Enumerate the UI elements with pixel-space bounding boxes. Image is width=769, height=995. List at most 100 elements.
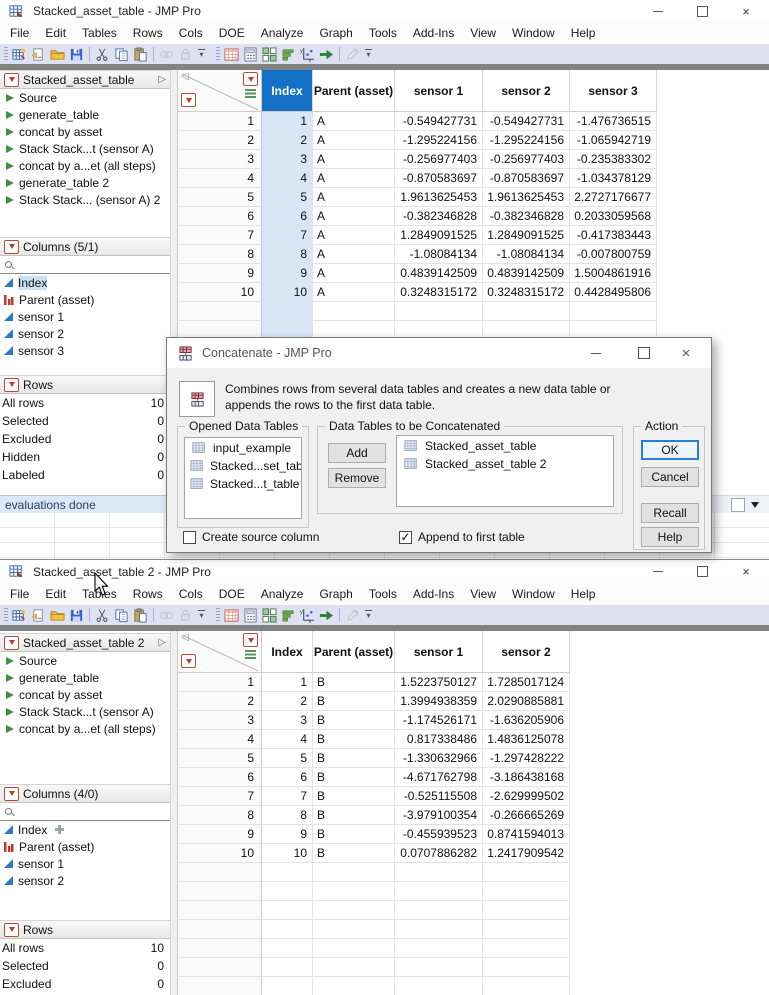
cell-sensor-2[interactable]: -0.549427731 <box>483 112 570 131</box>
status-checkbox[interactable] <box>731 497 745 512</box>
menu-item-window[interactable]: Window <box>504 23 563 43</box>
cell-sensor-2[interactable]: 1.2849091525 <box>483 226 570 245</box>
menu-item-file[interactable]: File <box>2 584 37 604</box>
list-item-stacked-asset-table[interactable]: Stacked_asset_table <box>397 436 613 454</box>
cell-parent-asset[interactable]: B <box>313 825 395 844</box>
cell-index[interactable]: 4 <box>262 169 313 188</box>
row-number[interactable] <box>178 958 262 977</box>
cut-icon[interactable] <box>94 46 111 63</box>
columns-menu-icon[interactable] <box>243 633 258 647</box>
rows-menu-icon[interactable] <box>181 93 196 107</box>
cell-sensor-3[interactable]: -0.417383443 <box>570 226 657 245</box>
cell-parent-asset[interactable]: B <box>313 806 395 825</box>
red-triangle-menu-icon[interactable] <box>4 786 19 801</box>
table-color-icon[interactable] <box>223 607 240 624</box>
table-color-icon[interactable] <box>223 46 240 63</box>
cell-parent-asset[interactable] <box>313 863 395 882</box>
maximize-button[interactable] <box>687 560 717 582</box>
cell-sensor-3[interactable]: 0.4428495806 <box>570 283 657 302</box>
columns-panel-header[interactable]: Columns (4/0) <box>0 784 170 803</box>
cell-sensor-2[interactable]: -1.295224156 <box>483 131 570 150</box>
cell-sensor-2[interactable]: -1.297428222 <box>483 749 570 768</box>
cell-sensor-1[interactable]: -1.08084134 <box>395 245 483 264</box>
pencil-icon[interactable] <box>344 607 361 624</box>
row-number[interactable]: 1 <box>178 112 262 131</box>
cell-index[interactable]: 5 <box>262 188 313 207</box>
row-number[interactable]: 2 <box>178 692 262 711</box>
paste-icon[interactable] <box>132 46 149 63</box>
row-number[interactable] <box>178 977 262 995</box>
list-item-stacked-t-table-2[interactable]: Stacked...t_table 2 <box>185 474 301 492</box>
cell-sensor-1[interactable]: -4.671762798 <box>395 768 483 787</box>
cell-sensor-2[interactable]: 2.0290885881 <box>483 692 570 711</box>
column-order-icon[interactable] <box>245 89 256 98</box>
rows-panel-header[interactable]: Rows <box>0 920 170 939</box>
cell-sensor-1[interactable]: -1.330632966 <box>395 749 483 768</box>
column-header-index[interactable]: Index <box>262 631 313 673</box>
cell-index[interactable]: 10 <box>262 844 313 863</box>
script-item-stack-stack-t-sensor-a[interactable]: Stack Stack...t (sensor A) <box>0 703 170 720</box>
cell-sensor-2[interactable] <box>483 901 570 920</box>
menu-item-window[interactable]: Window <box>504 584 563 604</box>
cell-sensor-1[interactable]: -1.295224156 <box>395 131 483 150</box>
cell-parent-asset[interactable]: B <box>313 730 395 749</box>
menu-item-add-ins[interactable]: Add-Ins <box>405 23 462 43</box>
row-number[interactable] <box>178 882 262 901</box>
close-button[interactable]: × <box>731 0 761 22</box>
link-icon[interactable] <box>158 46 175 63</box>
menu-item-tables[interactable]: Tables <box>74 23 125 43</box>
list-item-stacked-asset-table-2[interactable]: Stacked_asset_table 2 <box>397 454 613 472</box>
menu-item-help[interactable]: Help <box>563 23 604 43</box>
menu-item-view[interactable]: View <box>462 584 504 604</box>
cell-sensor-1[interactable]: -0.525115508 <box>395 787 483 806</box>
cell-index[interactable] <box>262 302 313 321</box>
menu-item-rows[interactable]: Rows <box>125 23 171 43</box>
cell-sensor-2[interactable] <box>483 920 570 939</box>
cell-index[interactable]: 8 <box>262 245 313 264</box>
menu-item-edit[interactable]: Edit <box>37 584 74 604</box>
cell-index[interactable]: 5 <box>262 749 313 768</box>
cell-sensor-2[interactable]: 1.7285017124 <box>483 673 570 692</box>
append-first-checkbox[interactable] <box>399 530 412 544</box>
cell-sensor-2[interactable]: 1.9613625453 <box>483 188 570 207</box>
cell-sensor-1[interactable]: 0.0707886282 <box>395 844 483 863</box>
cell-index[interactable]: 8 <box>262 806 313 825</box>
row-number[interactable]: 5 <box>178 749 262 768</box>
panel-splitter[interactable] <box>170 631 178 995</box>
new-table-icon[interactable] <box>11 607 28 624</box>
cell-sensor-2[interactable]: 1.4836125078 <box>483 730 570 749</box>
row-number[interactable]: 5 <box>178 188 262 207</box>
ok-button[interactable]: OK <box>641 440 699 460</box>
cell-sensor-2[interactable]: -0.870583697 <box>483 169 570 188</box>
chevron-right-icon[interactable]: ▷ <box>158 637 166 648</box>
cell-sensor-1[interactable]: -0.549427731 <box>395 112 483 131</box>
row-number[interactable] <box>178 302 262 321</box>
collapse-triangle-icon[interactable]: ◁ <box>181 71 189 82</box>
red-triangle-menu-icon[interactable] <box>4 922 19 937</box>
close-button[interactable]: × <box>731 560 761 582</box>
row-number[interactable]: 10 <box>178 283 262 302</box>
cell-parent-asset[interactable]: B <box>313 749 395 768</box>
cell-index[interactable]: 6 <box>262 768 313 787</box>
cell-sensor-3[interactable]: -1.034378129 <box>570 169 657 188</box>
save-icon[interactable] <box>68 607 85 624</box>
menu-item-add-ins[interactable]: Add-Ins <box>405 584 462 604</box>
maximize-button[interactable] <box>629 338 659 368</box>
menu-item-analyze[interactable]: Analyze <box>253 584 312 604</box>
cell-sensor-2[interactable]: 0.3248315172 <box>483 283 570 302</box>
column-header-sensor-3[interactable]: sensor 3 <box>570 70 657 112</box>
cell-sensor-1[interactable] <box>395 939 483 958</box>
menu-item-edit[interactable]: Edit <box>37 23 74 43</box>
cell-parent-asset[interactable]: B <box>313 844 395 863</box>
column-item-index[interactable]: Index <box>0 274 170 291</box>
cell-parent-asset[interactable]: A <box>313 207 395 226</box>
row-number[interactable] <box>178 920 262 939</box>
row-number[interactable]: 2 <box>178 131 262 150</box>
toolbar-overflow-icon[interactable]: ▾ <box>365 49 372 59</box>
red-triangle-menu-icon[interactable] <box>4 239 19 254</box>
column-search-input[interactable] <box>0 256 170 274</box>
cell-parent-asset[interactable]: B <box>313 673 395 692</box>
cell-index[interactable]: 1 <box>262 112 313 131</box>
row-number[interactable]: 9 <box>178 264 262 283</box>
script-item-concat-by-asset[interactable]: concat by asset <box>0 686 170 703</box>
